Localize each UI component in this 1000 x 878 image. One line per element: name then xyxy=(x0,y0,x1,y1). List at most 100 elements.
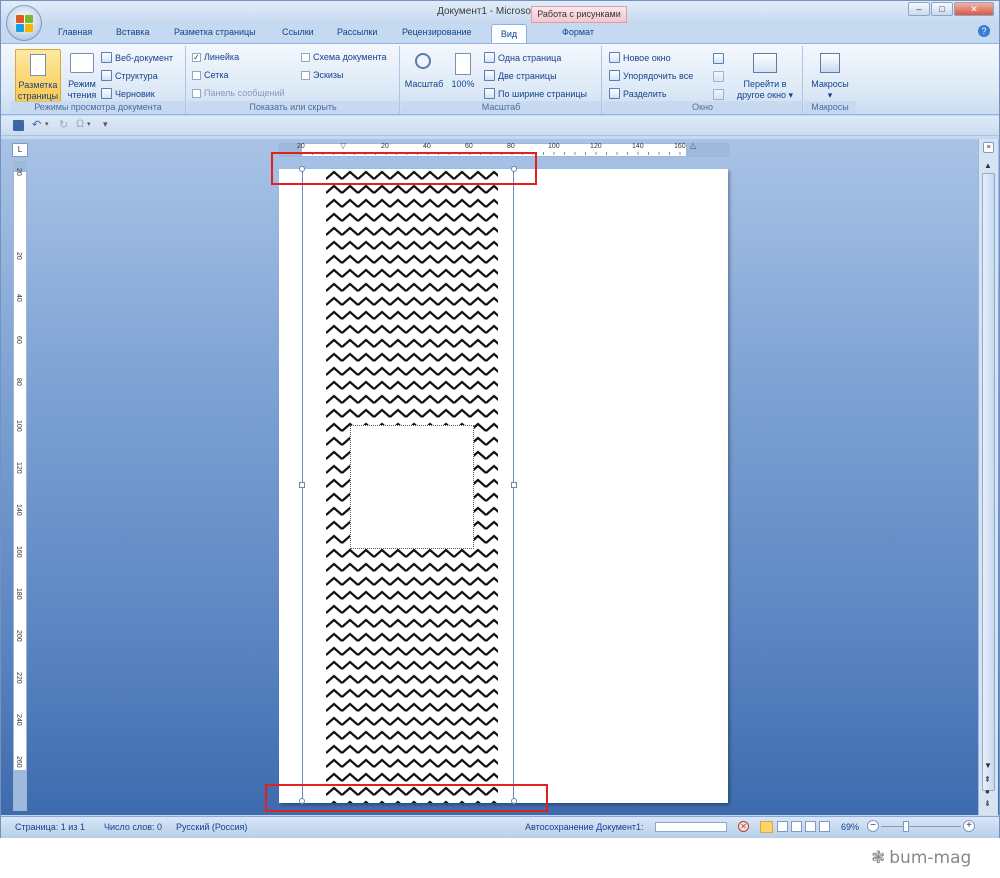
redo-icon: ↻ xyxy=(59,119,69,131)
macros-button[interactable]: Макросы ▾ xyxy=(807,49,853,100)
zoom-level[interactable]: 69% xyxy=(841,822,859,832)
tab-home[interactable]: Главная xyxy=(58,27,92,37)
page-icon xyxy=(455,53,471,75)
arrange-all-button[interactable]: Упорядочить все xyxy=(609,70,693,81)
zoom-100-button[interactable]: 100% xyxy=(447,49,479,99)
two-pages-button[interactable]: Две страницы xyxy=(484,70,557,81)
page-width-button[interactable]: По ширине страницы xyxy=(484,88,587,99)
outline-icon xyxy=(101,70,112,81)
undo-icon[interactable]: ↶ xyxy=(32,118,41,131)
right-indent-icon[interactable]: △ xyxy=(690,141,696,150)
previous-page-icon[interactable]: ⇞ xyxy=(984,775,991,784)
title-bar: Документ1 - Microsoft Word Работа с рису… xyxy=(1,1,999,23)
save-icon[interactable] xyxy=(13,120,24,131)
print-layout-button[interactable]: Разметка страницы xyxy=(15,49,61,102)
vertical-scrollbar[interactable]: ≡ ▲ ▼ ⇞ ● ⇟ xyxy=(978,139,998,815)
symbol-dropdown-icon[interactable]: ▾ xyxy=(87,120,91,128)
book-icon xyxy=(70,53,94,73)
group-zoom: Масштаб 100% Одна страница Две страницы … xyxy=(401,46,602,114)
ruler-checkbox[interactable]: ✓ Линейка xyxy=(192,52,239,62)
language-indicator[interactable]: Русский (Россия) xyxy=(176,822,247,832)
text-box-placeholder[interactable] xyxy=(350,425,474,549)
undo-dropdown-icon[interactable]: ▾ xyxy=(45,120,49,128)
scroll-up-icon[interactable]: ▲ xyxy=(984,161,992,170)
maximize-button[interactable]: □ xyxy=(931,2,953,16)
group-label: Показать или скрыть xyxy=(187,101,399,113)
one-page-icon xyxy=(484,52,495,63)
zoom-button[interactable]: Масштаб xyxy=(403,49,445,99)
tab-view[interactable]: Вид xyxy=(491,24,527,44)
highlight-box-top xyxy=(271,152,537,185)
cancel-autosave-icon[interactable]: ✕ xyxy=(738,821,749,832)
split-icon xyxy=(609,88,620,99)
word-count[interactable]: Число слов: 0 xyxy=(104,822,162,832)
web-view-icon[interactable] xyxy=(791,821,802,832)
document-map-checkbox[interactable]: Схема документа xyxy=(301,52,386,62)
tab-references[interactable]: Ссылки xyxy=(282,27,314,37)
highlight-box-bottom xyxy=(265,784,548,812)
window-title: Документ1 - Microsoft Word xyxy=(437,6,563,17)
zoom-out-icon[interactable]: − xyxy=(867,820,879,832)
outline-view-icon[interactable] xyxy=(805,821,816,832)
page-layout-icon xyxy=(30,54,46,76)
tab-format[interactable]: Формат xyxy=(562,27,594,37)
status-bar: Страница: 1 из 1 Число слов: 0 Русский (… xyxy=(1,816,999,838)
page-count[interactable]: Страница: 1 из 1 xyxy=(15,822,85,832)
minimize-button[interactable]: – xyxy=(908,2,930,16)
resize-handle-left[interactable] xyxy=(299,482,305,488)
indent-marker-icon[interactable]: ▽ xyxy=(340,141,346,150)
switch-windows-button[interactable]: Перейти в другое окно ▾ xyxy=(731,49,799,100)
ribbon-tabs: Главная Вставка Разметка страницы Ссылки… xyxy=(1,23,999,44)
tab-review[interactable]: Рецензирование xyxy=(402,27,472,37)
web-icon xyxy=(101,52,112,63)
resize-handle-right[interactable] xyxy=(511,482,517,488)
group-label: Макросы xyxy=(804,101,856,113)
group-document-views: Разметка страницы Режим чтения Веб-докум… xyxy=(11,46,186,114)
watermark: ❃ bum-mag xyxy=(871,848,971,868)
arrange-icon xyxy=(609,70,620,81)
tab-mailings[interactable]: Рассылки xyxy=(337,27,377,37)
full-screen-reading-button[interactable]: Режим чтения xyxy=(63,49,101,102)
help-icon[interactable]: ? xyxy=(978,25,990,37)
tab-page-layout[interactable]: Разметка страницы xyxy=(174,27,256,37)
print-layout-view-icon[interactable] xyxy=(760,821,773,833)
group-label: Масштаб xyxy=(401,101,601,113)
thumbnails-checkbox[interactable]: Эскизы xyxy=(301,70,344,80)
one-page-button[interactable]: Одна страница xyxy=(484,52,561,63)
web-layout-button[interactable]: Веб-документ xyxy=(101,52,173,63)
gridlines-checkbox[interactable]: Сетка xyxy=(192,70,228,80)
page-width-icon xyxy=(484,88,495,99)
draft-view-icon[interactable] xyxy=(819,821,830,832)
group-label: Режимы просмотра документа xyxy=(11,101,185,113)
scroll-down-icon[interactable]: ▼ xyxy=(984,761,992,770)
draft-button[interactable]: Черновик xyxy=(101,88,155,99)
zoom-slider-track[interactable] xyxy=(881,826,961,827)
ruler-toggle-icon[interactable]: ≡ xyxy=(983,142,994,153)
outline-button[interactable]: Структура xyxy=(101,70,158,81)
omega-icon: Ω xyxy=(76,118,85,130)
macro-icon xyxy=(820,53,840,73)
scroll-thumb[interactable] xyxy=(982,173,995,791)
view-side-by-side-icon[interactable] xyxy=(713,53,724,64)
watermark-text: bum-mag xyxy=(889,848,972,868)
ribbon: Разметка страницы Режим чтения Веб-докум… xyxy=(1,25,999,115)
reset-window-position-icon xyxy=(713,89,724,100)
synchronous-scrolling-icon xyxy=(713,71,724,82)
new-window-button[interactable]: Новое окно xyxy=(609,52,671,63)
close-button[interactable]: ✕ xyxy=(954,2,994,16)
browse-object-icon[interactable]: ● xyxy=(985,787,990,796)
zoom-slider-thumb[interactable] xyxy=(903,821,909,832)
split-button[interactable]: Разделить xyxy=(609,88,667,99)
switch-windows-icon xyxy=(753,53,777,73)
vertical-ruler[interactable]: 20 20 40 60 80 100 120 140 160 180 200 2… xyxy=(13,161,27,811)
tab-insert[interactable]: Вставка xyxy=(116,27,149,37)
autosave-label: Автосохранение Документ1: xyxy=(525,822,644,832)
next-page-icon[interactable]: ⇟ xyxy=(984,799,991,808)
zoom-in-icon[interactable]: + xyxy=(963,820,975,832)
autosave-progress xyxy=(655,822,727,832)
tab-selector[interactable]: L xyxy=(12,143,28,157)
picture-tools-context-band: Работа с рисунками xyxy=(531,6,627,23)
customize-toolbar-icon[interactable]: ▾ xyxy=(103,119,108,130)
reading-view-icon[interactable] xyxy=(777,821,788,832)
group-window: Новое окно Упорядочить все Разделить Пер… xyxy=(603,46,803,114)
